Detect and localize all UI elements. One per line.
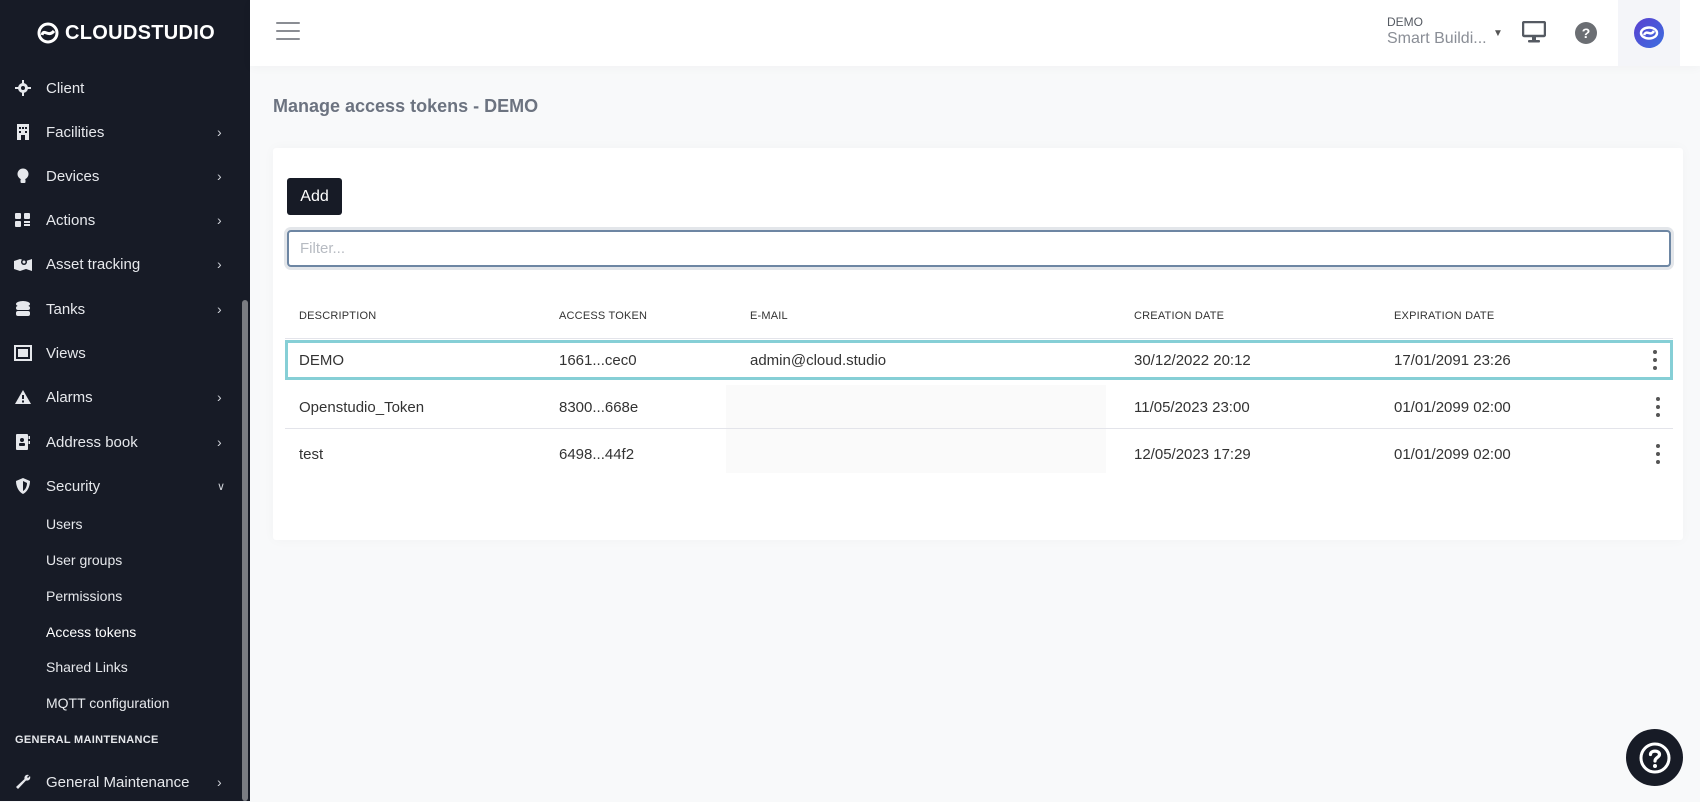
sidebar-subitem-access-tokens[interactable]: Access tokens — [46, 624, 136, 640]
sidebar-item-label: Security — [46, 477, 101, 495]
cell-description: DEMO — [299, 352, 344, 369]
sidebar-item-devices[interactable]: Devices › — [0, 156, 240, 196]
chevron-right-icon: › — [217, 212, 222, 228]
table-row[interactable]: DEMO 1661...cec0 admin@cloud.studio 30/1… — [285, 340, 1673, 380]
top-header: DEMO Smart Buildi... ▼ ? — [250, 0, 1700, 66]
more-options-icon[interactable] — [1653, 397, 1663, 417]
table-row[interactable]: test 6498...44f2 12/05/2023 17:29 01/01/… — [285, 434, 1673, 476]
chevron-right-icon: › — [217, 774, 222, 790]
contact-book-icon — [14, 433, 32, 451]
context-org: DEMO — [1387, 15, 1423, 29]
menu-icon[interactable] — [276, 22, 300, 42]
lightbulb-icon — [14, 167, 32, 185]
chevron-right-icon: › — [217, 434, 222, 450]
sidebar-item-label: General Maintenance — [46, 773, 190, 791]
sidebar-item-general-maintenance[interactable]: General Maintenance › — [0, 762, 240, 802]
sidebar-item-views[interactable]: Views — [0, 333, 240, 373]
cell-expiration-date: 01/01/2099 02:00 — [1394, 399, 1511, 416]
brand-name: CLOUDSTUDIO — [65, 21, 215, 44]
cloudstudio-logo-icon — [37, 22, 59, 44]
sidebar-scrollbar[interactable] — [242, 300, 248, 801]
context-selector[interactable]: DEMO Smart Buildi... — [1387, 15, 1487, 48]
cell-creation-date: 30/12/2022 20:12 — [1134, 352, 1251, 369]
context-name: Smart Buildi... — [1387, 30, 1487, 47]
cell-description: Openstudio_Token — [299, 399, 425, 416]
column-header-access-token[interactable]: ACCESS TOKEN — [559, 310, 647, 322]
gear-icon — [14, 79, 32, 97]
chevron-down-icon: ∨ — [217, 480, 226, 493]
sidebar-item-label: Asset tracking — [46, 255, 141, 273]
cell-access-token: 6498...44f2 — [559, 446, 635, 463]
add-button[interactable]: Add — [287, 178, 342, 215]
more-options-icon[interactable] — [1650, 350, 1660, 370]
map-icon — [14, 255, 32, 273]
warning-icon — [14, 388, 32, 406]
building-icon — [14, 123, 32, 141]
sidebar-item-facilities[interactable]: Facilities › — [0, 112, 240, 152]
sidebar-subitem-permissions[interactable]: Permissions — [46, 588, 122, 604]
chevron-right-icon: › — [217, 168, 222, 184]
sidebar-item-label: Devices — [46, 167, 100, 185]
table-row[interactable]: Openstudio_Token 8300...668e 11/05/2023 … — [285, 387, 1673, 429]
sidebar: CLOUDSTUDIO Client Facilities › Devices … — [0, 0, 250, 801]
help-chat-button[interactable] — [1626, 729, 1683, 786]
section-label-general-maintenance: GENERAL MAINTENANCE — [15, 734, 159, 746]
shield-icon — [14, 477, 32, 495]
grid-icon — [14, 211, 32, 229]
brand-logo[interactable]: CLOUDSTUDIO — [0, 0, 250, 66]
sidebar-item-label: Tanks — [46, 300, 86, 318]
chevron-right-icon: › — [217, 301, 222, 317]
sidebar-item-security[interactable]: Security ∨ — [0, 466, 240, 506]
column-header-creation-date[interactable]: CREATION DATE — [1134, 310, 1224, 322]
caret-down-icon[interactable]: ▼ — [1493, 28, 1503, 39]
wrench-icon — [14, 773, 32, 791]
sidebar-subitem-user-groups[interactable]: User groups — [46, 552, 122, 568]
sidebar-item-label: Address book — [46, 433, 138, 451]
filter-input[interactable] — [287, 230, 1671, 267]
chevron-right-icon: › — [217, 124, 222, 140]
chevron-right-icon: › — [217, 256, 222, 272]
avatar — [1634, 18, 1664, 48]
sidebar-item-tanks[interactable]: Tanks › — [0, 289, 240, 329]
header-divider — [285, 338, 1673, 339]
sidebar-item-actions[interactable]: Actions › — [0, 200, 240, 240]
monitor-icon[interactable] — [1521, 20, 1547, 48]
cell-access-token: 8300...668e — [559, 399, 639, 416]
question-circle-icon — [1639, 742, 1670, 773]
sidebar-subitem-users[interactable]: Users — [46, 516, 83, 532]
sidebar-subitem-mqtt-configuration[interactable]: MQTT configuration — [46, 695, 169, 711]
sidebar-item-address-book[interactable]: Address book › — [0, 422, 240, 462]
column-header-email[interactable]: E-MAIL — [750, 310, 788, 322]
cell-email: admin@cloud.studio — [750, 352, 887, 369]
sidebar-item-label: Views — [46, 344, 86, 362]
column-header-expiration-date[interactable]: EXPIRATION DATE — [1394, 310, 1494, 322]
more-options-icon[interactable] — [1653, 444, 1663, 464]
chevron-right-icon: › — [217, 389, 222, 405]
sidebar-item-label: Alarms — [46, 388, 93, 406]
column-header-description[interactable]: DESCRIPTION — [299, 310, 376, 322]
cell-creation-date: 12/05/2023 17:29 — [1134, 446, 1251, 463]
sidebar-item-client[interactable]: Client — [0, 68, 240, 108]
cell-expiration-date: 17/01/2091 23:26 — [1394, 352, 1511, 369]
cell-description: test — [299, 446, 324, 463]
sidebar-item-asset-tracking[interactable]: Asset tracking › — [0, 244, 240, 284]
database-icon — [14, 300, 32, 318]
user-avatar-button[interactable] — [1618, 0, 1680, 66]
cell-expiration-date: 01/01/2099 02:00 — [1394, 446, 1511, 463]
page-title: Manage access tokens - DEMO — [273, 96, 539, 116]
help-icon[interactable]: ? — [1575, 22, 1597, 44]
cell-access-token: 1661...cec0 — [559, 352, 637, 369]
sidebar-subitem-shared-links[interactable]: Shared Links — [46, 659, 128, 675]
cell-creation-date: 11/05/2023 23:00 — [1134, 399, 1250, 416]
sidebar-item-label: Actions — [46, 211, 96, 229]
image-icon — [14, 344, 32, 362]
sidebar-item-label: Client — [46, 79, 85, 97]
sidebar-item-label: Facilities — [46, 123, 105, 141]
tokens-card: Add DESCRIPTION ACCESS TOKEN E-MAIL CREA… — [273, 148, 1683, 540]
sidebar-item-alarms[interactable]: Alarms › — [0, 377, 240, 417]
